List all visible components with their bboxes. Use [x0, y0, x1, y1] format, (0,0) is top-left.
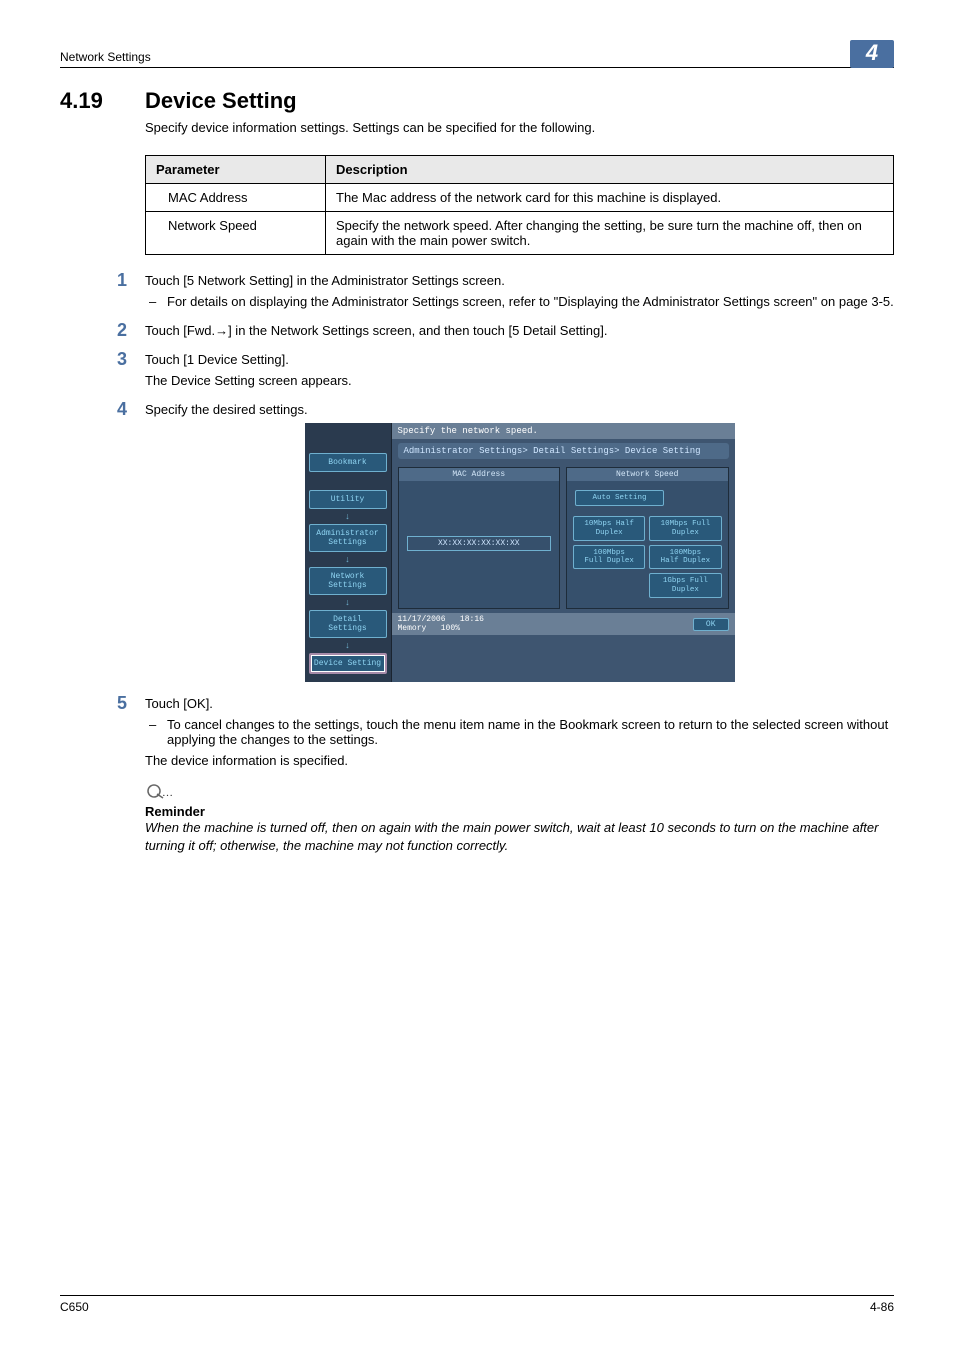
network-speed-pane: Network Speed Auto Setting 10Mbps Half D… [566, 467, 729, 609]
sidebar-item-network-settings[interactable]: Network Settings [309, 567, 387, 595]
device-instruction-bar: Specify the network speed. [392, 423, 735, 439]
step-text: Touch [1 Device Setting]. [145, 352, 894, 367]
header-rule [60, 67, 894, 68]
step-number: 2 [117, 320, 127, 341]
section-number: 4.19 [60, 88, 145, 114]
mac-address-value: XX:XX:XX:XX:XX:XX [407, 536, 552, 551]
option-100mbps-half[interactable]: 100Mbps Half Duplex [649, 545, 721, 570]
step-followup: The Device Setting screen appears. [145, 373, 894, 388]
step-number: 1 [117, 270, 127, 291]
arrow-down-icon: ↓ [309, 556, 387, 565]
device-memory-value: 100% [441, 624, 460, 633]
step-text: Touch [OK]. [145, 696, 894, 711]
step-item: 5 Touch [OK]. To cancel changes to the s… [145, 696, 894, 768]
bookmark-button[interactable]: Bookmark [309, 453, 387, 472]
device-sidebar: Bookmark Utility ↓ Administrator Setting… [305, 423, 391, 682]
cell-desc: Specify the network speed. After changin… [326, 212, 894, 255]
arrow-down-icon: ↓ [309, 513, 387, 522]
step-item: 2 Touch [Fwd.→] in the Network Settings … [145, 323, 894, 338]
device-footer-info: 11/17/2006 18:16 Memory 100% [398, 615, 484, 633]
cell-desc: The Mac address of the network card for … [326, 184, 894, 212]
device-main-panel: Specify the network speed. Administrator… [391, 423, 735, 682]
cell-param: Network Speed [146, 212, 326, 255]
chapter-number-badge: 4 [850, 40, 894, 68]
step-number: 3 [117, 349, 127, 370]
step-item: 4 Specify the desired settings. Bookmark… [145, 402, 894, 682]
header-section-name: Network Settings [60, 50, 151, 64]
option-10mbps-full[interactable]: 10Mbps Full Duplex [649, 516, 721, 541]
reminder-title: Reminder [145, 804, 894, 819]
step-subtext: For details on displaying the Administra… [167, 294, 894, 309]
th-parameter: Parameter [146, 156, 326, 184]
device-date: 11/17/2006 [398, 615, 446, 624]
step-number: 5 [117, 693, 127, 714]
option-100mbps-full[interactable]: 100Mbps Full Duplex [573, 545, 645, 570]
sidebar-item-administrator-settings[interactable]: Administrator Settings [309, 524, 387, 552]
reminder-note: … Reminder When the machine is turned of… [145, 782, 894, 854]
ok-button[interactable]: OK [693, 618, 729, 631]
sidebar-item-utility[interactable]: Utility [309, 490, 387, 509]
cell-param: MAC Address [146, 184, 326, 212]
option-1gbps-full[interactable]: 1Gbps Full Duplex [649, 573, 721, 598]
mac-address-header: MAC Address [399, 468, 560, 481]
parameter-table: Parameter Description MAC Address The Ma… [145, 155, 894, 255]
note-icon: … [145, 782, 175, 800]
page-footer: C650 4-86 [60, 1295, 894, 1314]
table-row: Network Speed Specify the network speed.… [146, 212, 894, 255]
table-row: MAC Address The Mac address of the netwo… [146, 184, 894, 212]
option-auto-setting[interactable]: Auto Setting [575, 490, 664, 506]
step-subtext: To cancel changes to the settings, touch… [167, 717, 894, 747]
device-breadcrumb: Administrator Settings> Detail Settings>… [398, 443, 729, 459]
sidebar-item-device-setting[interactable]: Device Setting [309, 653, 387, 674]
option-10mbps-half[interactable]: 10Mbps Half Duplex [573, 516, 645, 541]
th-description: Description [326, 156, 894, 184]
step-text: Touch [5 Network Setting] in the Adminis… [145, 273, 894, 288]
footer-rule [60, 1295, 894, 1296]
step-item: 3 Touch [1 Device Setting]. The Device S… [145, 352, 894, 388]
step-text: Touch [Fwd.→] in the Network Settings sc… [145, 323, 894, 338]
step-text: Specify the desired settings. [145, 402, 894, 417]
footer-model: C650 [60, 1300, 89, 1314]
footer-page-number: 4-86 [870, 1300, 894, 1314]
arrow-down-icon: ↓ [309, 599, 387, 608]
mac-address-pane: MAC Address XX:XX:XX:XX:XX:XX [398, 467, 561, 609]
device-footer: 11/17/2006 18:16 Memory 100% OK [392, 613, 735, 635]
step-followup: The device information is specified. [145, 753, 894, 768]
device-memory-label: Memory [398, 624, 427, 633]
section-intro: Specify device information settings. Set… [145, 120, 894, 135]
device-setting-screenshot: Bookmark Utility ↓ Administrator Setting… [305, 423, 735, 682]
step-number: 4 [117, 399, 127, 420]
section-title: Device Setting [145, 88, 297, 114]
steps-list: 1 Touch [5 Network Setting] in the Admin… [145, 273, 894, 768]
reminder-text: When the machine is turned off, then on … [145, 819, 894, 854]
network-speed-header: Network Speed [567, 468, 728, 481]
device-time: 18:16 [460, 615, 484, 624]
arrow-down-icon: ↓ [309, 642, 387, 651]
step-item: 1 Touch [5 Network Setting] in the Admin… [145, 273, 894, 309]
sidebar-item-detail-settings[interactable]: Detail Settings [309, 610, 387, 638]
running-header: Network Settings 4 [60, 36, 894, 67]
section-heading: 4.19 Device Setting [60, 88, 894, 114]
svg-text:…: … [162, 787, 173, 799]
